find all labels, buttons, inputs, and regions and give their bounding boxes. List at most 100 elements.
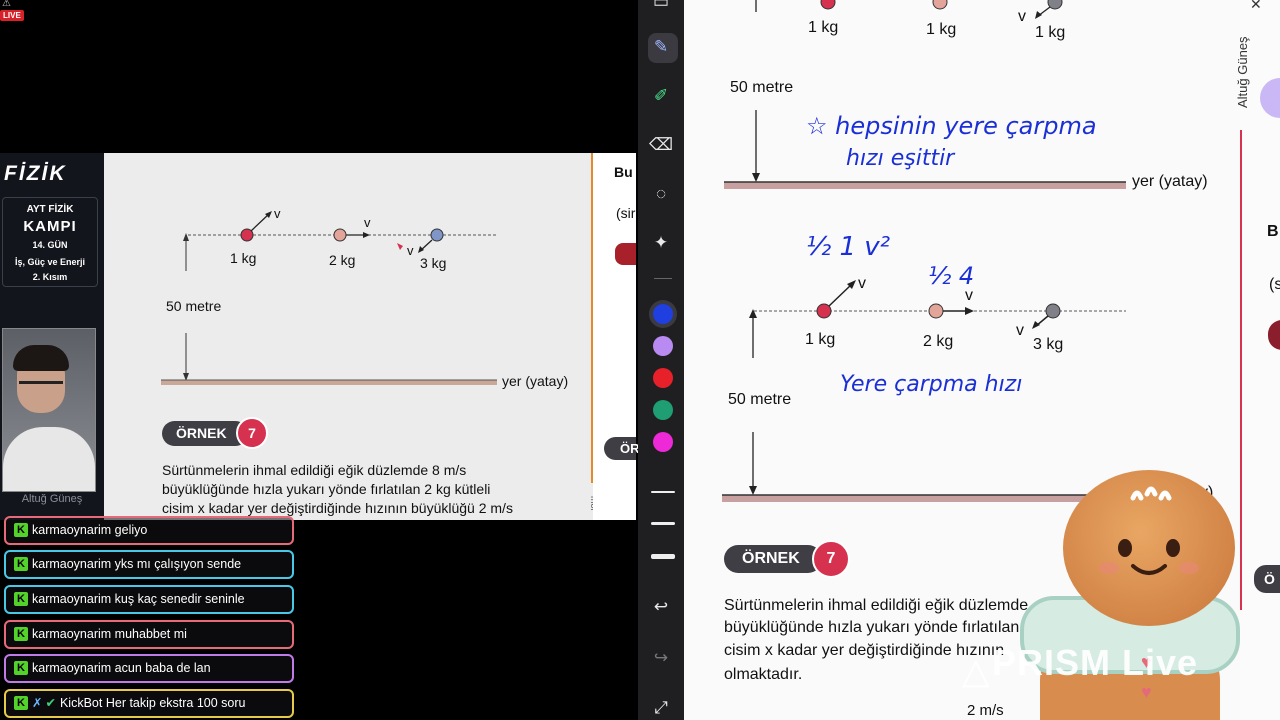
camp-topic: İş, Güç ve Enerji <box>14 257 86 267</box>
magic-icon[interactable]: ✦ <box>638 233 684 253</box>
kick-icon: K <box>14 626 28 641</box>
doc-top-mass-2-label: 1 kg <box>926 21 957 38</box>
webcam-person-hair <box>13 345 69 371</box>
color-swatch-magenta[interactable] <box>653 432 673 452</box>
slide-height-arrowhead-up <box>183 233 189 241</box>
stroke-size-medium[interactable] <box>651 522 675 525</box>
slide-side-heading: Bu <box>614 164 633 180</box>
doc-mass-2 <box>928 303 944 319</box>
slide-problem-line-3: cisim x kadar yer değiştirdiğinde hızını… <box>162 500 513 516</box>
doc-top-ground-label: yer (yatay) <box>1132 173 1208 190</box>
prism-logo-icon: △ <box>962 650 990 691</box>
chat-username: karmaoynarim <box>32 557 112 571</box>
doc-next-page-paren: (s <box>1269 276 1280 293</box>
doc-velocity-3: v <box>1016 322 1024 339</box>
highlighter-icon[interactable]: ✐ <box>638 86 684 106</box>
live-badge: LIVE <box>0 10 24 21</box>
slide-mass-1-label: 1 kg <box>230 250 257 266</box>
stroke-size-thin[interactable] <box>651 491 675 493</box>
stroke-size-thick[interactable] <box>651 554 675 559</box>
chat-text: acun baba de lan <box>114 661 211 675</box>
doc-top-mass-1-label: 1 kg <box>808 19 839 36</box>
doc-top-mass-2 <box>932 0 948 10</box>
slide-ground <box>161 380 497 385</box>
eraser-icon[interactable]: ⌫ <box>638 135 684 155</box>
doc-problem-line-2: büyüklüğünde hızla yukarı yönde fırlatıl… <box>724 619 1020 636</box>
doc-bottom-partial: 2 m/s <box>967 702 1004 719</box>
chat-text: kuş kaç senedir seninle <box>114 592 245 606</box>
doc-author-vertical: Altuğ Güneş <box>1235 36 1250 108</box>
doc-problem-line-1: Sürtünmelerin ihmal edildiği eğik düzlem… <box>724 597 1029 614</box>
color-swatch-purple[interactable] <box>653 336 673 356</box>
doc-example-number: 7 <box>812 540 850 578</box>
color-swatch-red[interactable] <box>653 368 673 388</box>
doc-top-height-label: 50 metre <box>730 79 794 96</box>
chat-message: Kkarmaoynarim yks mı çalışıyon sende <box>4 550 294 579</box>
handwriting-star-note-2: hızı eşittir <box>846 146 955 171</box>
kick-icon: K <box>14 522 28 537</box>
kick-icon: K <box>14 556 28 571</box>
camp-name: KAMPI <box>23 218 77 235</box>
slide-velocity-3: v <box>407 243 414 258</box>
camp-course: AYT FİZİK <box>26 204 74 215</box>
handwriting-half-four: ½ 4 <box>928 262 975 290</box>
prism-watermark: PRISM Live <box>992 642 1199 683</box>
doc-example-badge: ÖRNEK <box>724 545 822 573</box>
chat-username: karmaoynarim <box>32 523 112 537</box>
webcam-person-body <box>3 427 95 491</box>
chat-message: Kkarmaoynarim kuş kaç senedir seninle <box>4 585 294 614</box>
chat-username: KickBot <box>59 696 103 710</box>
chat-message: K ✗ ✔ KickBot Her takip ekstra 100 soru <box>4 689 294 718</box>
slide-ground-label: yer (yatay) <box>502 373 569 389</box>
color-swatch-blue[interactable] <box>653 304 673 324</box>
chat-text: muhabbet mi <box>114 627 187 641</box>
lasso-icon[interactable]: ◌ <box>638 184 684 204</box>
chat-username: karmaoynarim <box>32 627 112 641</box>
slide-side-shape <box>615 243 636 265</box>
pen-icon[interactable]: ✎ <box>638 37 684 57</box>
doc-mass-3 <box>1045 303 1061 319</box>
kick-icon: K <box>14 591 28 606</box>
heart-button-icon: ♥ <box>1141 682 1152 702</box>
streamer-name: Altuğ Güneş <box>21 493 83 505</box>
undo-icon[interactable]: ↩ <box>638 597 684 617</box>
doc-height-label: 50 metre <box>728 391 792 408</box>
redo-icon[interactable]: ↪ <box>638 648 684 668</box>
handwriting-kinetic-formula: ½ 1 v² <box>806 232 891 262</box>
slide-problem-line-2: büyüklüğünde hızla yukarı yönde fırlatıl… <box>162 481 491 497</box>
slide-height-label: 50 metre <box>166 298 222 314</box>
doc-top-ground <box>724 182 1126 189</box>
slide-problem-line-1: Sürtünmelerin ihmal edildiği eğik düzlem… <box>162 462 467 478</box>
slide-mass-2-label: 2 kg <box>329 252 356 268</box>
chat-username: karmaoynarim <box>32 592 112 606</box>
doc-mass-2-label: 2 kg <box>923 333 954 350</box>
slide-example-number: 7 <box>236 417 268 449</box>
verified-icon: ✔ <box>45 696 56 710</box>
chat-text: Her takip ekstra 100 soru <box>105 696 246 710</box>
cursor-mark <box>397 243 403 250</box>
page-icon[interactable]: ▭ <box>638 0 684 12</box>
toolbar-divider <box>654 278 672 279</box>
handwriting-star-note-1: ☆ hepsinin yere çarpma <box>806 112 1097 140</box>
pen-corner-icon: ✕ <box>1250 0 1262 12</box>
doc-mass-3-label: 3 kg <box>1033 336 1064 353</box>
expand-icon[interactable]: ⤢ <box>638 698 684 718</box>
slide-velocity-2: v <box>364 215 371 230</box>
color-swatch-green[interactable] <box>653 400 673 420</box>
doc-next-page-heading: B <box>1267 223 1279 240</box>
doc-top-mass-1 <box>820 0 836 10</box>
doc-ground <box>722 495 1122 502</box>
doc-top-mass-3-label: 1 kg <box>1035 24 1066 41</box>
chat-message: Kkarmaoynarim acun baba de lan <box>4 654 294 683</box>
warning-icon: ⚠ <box>2 0 11 9</box>
slide-velocity-1: v <box>274 206 281 221</box>
next-page-red-rule <box>1240 130 1242 610</box>
chat-username: karmaoynarim <box>32 661 112 675</box>
doc-top-velocity: v <box>1018 8 1026 25</box>
slide-mass-3 <box>430 228 444 242</box>
chat-text: yks mı çalışıyon sende <box>114 557 242 571</box>
bot-sword-icon: ✗ <box>32 696 43 710</box>
chat-text: geliyo <box>114 523 148 537</box>
doc-problem-line-4: olmaktadır. <box>724 666 803 683</box>
camp-day: 14. GÜN <box>32 240 68 250</box>
